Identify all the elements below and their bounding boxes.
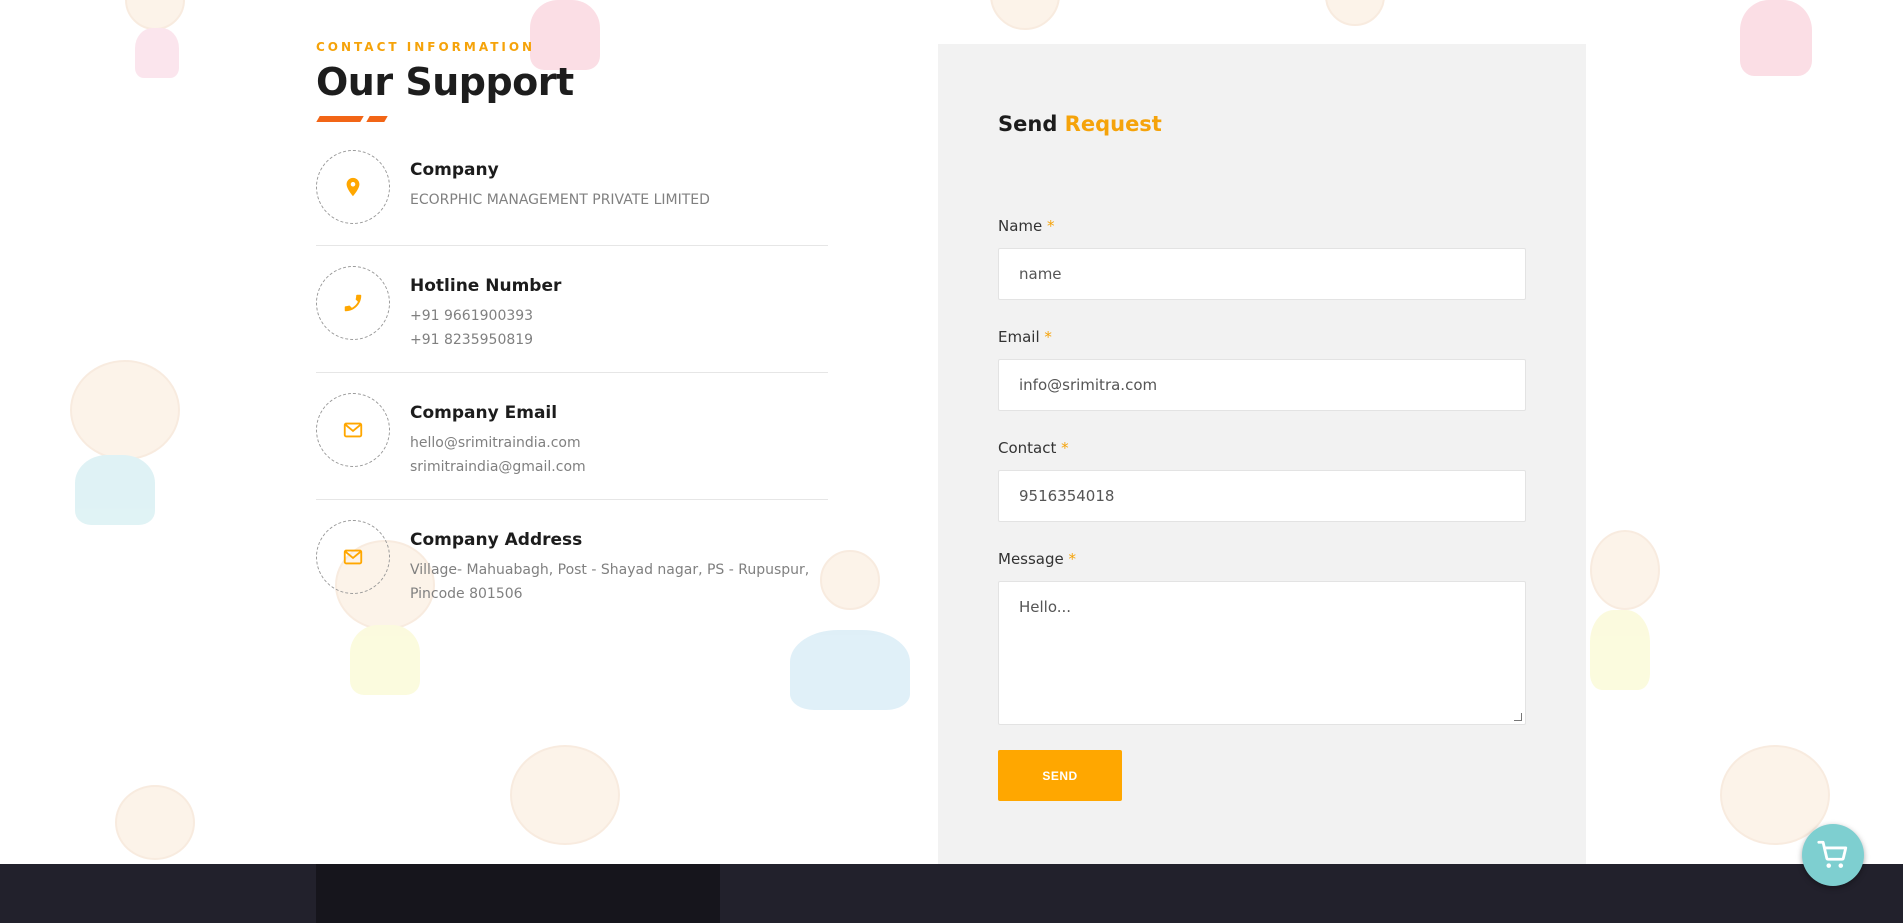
envelope-icon <box>316 520 390 594</box>
page-title: Our Support <box>316 60 574 104</box>
info-title: Company Address <box>410 530 583 550</box>
kid-doodle-decoration <box>980 0 1070 40</box>
name-input[interactable]: name <box>998 248 1526 300</box>
contact-info-list: Company ECORPHIC MANAGEMENT PRIVATE LIMI… <box>316 150 828 626</box>
contact-label: Contact * <box>998 439 1069 457</box>
kid-doodle-decoration <box>105 785 205 865</box>
phone-icon <box>316 266 390 340</box>
resize-handle[interactable] <box>1514 713 1522 721</box>
info-item-hotline: Hotline Number +91 9661900393 +91 823595… <box>316 266 828 373</box>
footer <box>0 864 1903 923</box>
address-line: Village- Mahuabagh, Post - Shayad nagar,… <box>410 562 810 578</box>
info-title: Company Email <box>410 403 558 423</box>
footer-dark-block <box>316 864 720 923</box>
email-link[interactable]: hello@srimitraindia.com <box>410 431 586 455</box>
form-title-accent: Request <box>1064 112 1162 136</box>
kid-doodle-decoration <box>1580 530 1670 710</box>
contact-input-placeholder: 9516354018 <box>1019 487 1115 505</box>
info-line: ECORPHIC MANAGEMENT PRIVATE LIMITED <box>410 192 710 208</box>
contact-input[interactable]: 9516354018 <box>998 470 1526 522</box>
info-item-address: Company Address Village- Mahuabagh, Post… <box>316 520 828 626</box>
kid-doodle-decoration <box>1720 0 1830 80</box>
info-item-email: Company Email hello@srimitraindia.com sr… <box>316 393 828 500</box>
email-input-placeholder: info@srimitra.com <box>1019 376 1158 394</box>
message-textarea[interactable]: Hello... <box>998 581 1526 725</box>
phone-number-link[interactable]: +91 8235950819 <box>410 328 561 352</box>
title-underline-decoration <box>316 116 828 122</box>
address-line: Pincode 801506 <box>410 586 523 602</box>
section-eyebrow: CONTACT INFORMATION <box>316 40 536 54</box>
name-label: Name * <box>998 217 1055 235</box>
shopping-cart-icon <box>1817 840 1848 868</box>
floating-cart-button[interactable] <box>1802 824 1864 886</box>
message-label: Message * <box>998 550 1077 568</box>
map-pin-icon <box>316 150 390 224</box>
email-label: Email * <box>998 328 1052 346</box>
email-input[interactable]: info@srimitra.com <box>998 359 1526 411</box>
contact-info-section: CONTACT INFORMATION Our Support Company … <box>316 40 828 646</box>
kid-doodle-decoration <box>105 0 215 130</box>
send-request-form: Send Request Name * name Email * info@sr… <box>938 44 1586 864</box>
info-title: Company <box>410 160 499 180</box>
form-title: Send Request <box>998 112 1162 136</box>
kid-doodle-decoration <box>500 745 630 865</box>
info-title: Hotline Number <box>410 276 562 296</box>
phone-number-link[interactable]: +91 9661900393 <box>410 304 561 328</box>
kid-doodle-decoration <box>65 360 185 540</box>
send-button[interactable]: SEND <box>998 750 1122 801</box>
email-link[interactable]: srimitraindia@gmail.com <box>410 455 586 479</box>
message-textarea-placeholder: Hello... <box>1019 598 1072 616</box>
name-input-placeholder: name <box>1019 265 1062 283</box>
envelope-icon <box>316 393 390 467</box>
kid-doodle-decoration <box>1315 0 1405 40</box>
info-item-company: Company ECORPHIC MANAGEMENT PRIVATE LIMI… <box>316 150 828 246</box>
form-title-plain: Send <box>998 112 1058 136</box>
